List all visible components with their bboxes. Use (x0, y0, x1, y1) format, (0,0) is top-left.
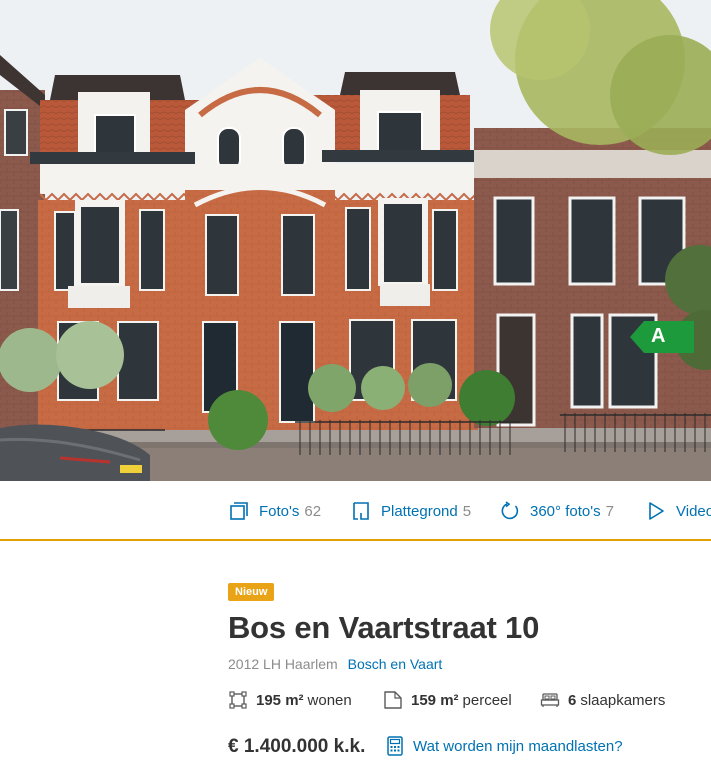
plot-area-label: perceel (462, 691, 512, 709)
monthly-costs-link[interactable]: Wat worden mijn maandlasten? (386, 736, 623, 756)
video-tab[interactable]: Video (646, 501, 711, 521)
media-tabs: Foto's 62 Plattegrond 5 360° foto's 7 Vi… (0, 481, 711, 541)
video-label: Video (676, 502, 711, 520)
feature-living-area: 195 m² wonen (228, 690, 352, 710)
living-area-icon (229, 691, 247, 709)
floorplan-label: Plattegrond (381, 502, 458, 520)
feature-plot-area: 159 m² perceel (383, 690, 512, 710)
listing-title: Bos en Vaartstraat 10 (228, 610, 540, 645)
listing-price: € 1.400.000 k.k. (228, 736, 366, 757)
monthly-costs-label: Wat worden mijn maandlasten? (413, 737, 623, 755)
rotate-360-icon (501, 501, 519, 520)
bed-icon (540, 693, 560, 707)
play-icon (649, 502, 664, 520)
photos-icon (230, 502, 248, 520)
bedrooms-value: 6 (568, 691, 577, 709)
neighbourhood-link[interactable]: Bosch en Vaart (348, 656, 443, 672)
bedrooms-label: slaapkamers (580, 691, 666, 709)
energy-label-text: A (651, 325, 666, 347)
feature-bedrooms: 6 slaapkamers (540, 690, 665, 710)
floorplan-count: 5 (462, 502, 472, 520)
listing-address: 2012 LH Haarlem Bosch en Vaart (228, 656, 442, 672)
living-area-label: wonen (307, 691, 352, 709)
photos-360-label: 360° foto's (530, 502, 601, 520)
key-features: 195 m² wonen 159 m² perceel 6 slaapkamer… (228, 690, 698, 714)
photos-360-count: 7 (605, 502, 614, 520)
calculator-icon (387, 736, 403, 756)
listing-photo[interactable]: A (0, 0, 711, 481)
photos-360-tab[interactable]: 360° foto's 7 (500, 501, 614, 521)
floorplan-icon (353, 502, 369, 520)
postal-city: 2012 LH Haarlem (228, 656, 338, 672)
living-area-value: 195 m² (256, 691, 304, 709)
photos-tab[interactable]: Foto's 62 (229, 501, 321, 521)
plot-area-icon (384, 691, 402, 709)
photos-count: 62 (304, 502, 322, 520)
new-badge: Nieuw (228, 583, 275, 601)
photos-label: Foto's (259, 502, 300, 520)
plot-area-value: 159 m² (411, 691, 459, 709)
floorplan-tab[interactable]: Plattegrond 5 (351, 501, 471, 521)
